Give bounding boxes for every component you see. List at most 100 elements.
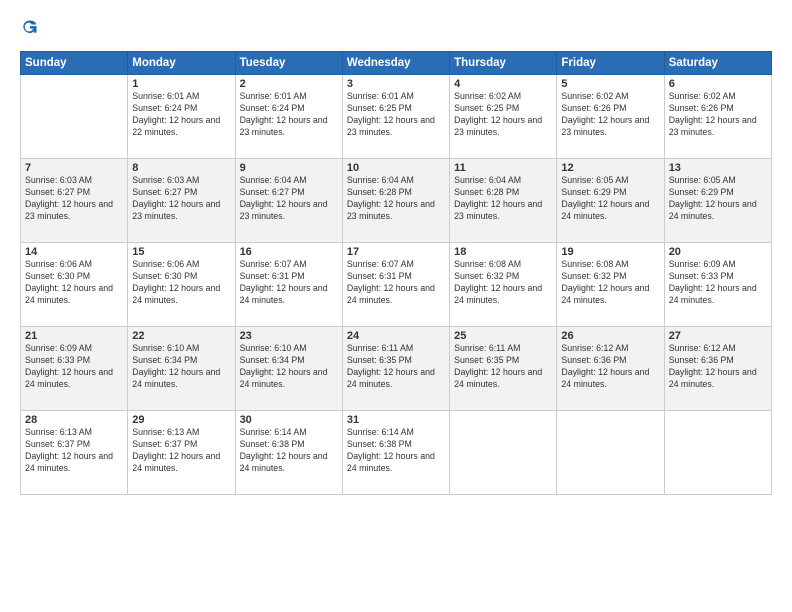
day-number: 6 [669,78,767,90]
calendar-cell: 23Sunrise: 6:10 AMSunset: 6:34 PMDayligh… [235,327,342,411]
day-number: 9 [240,162,338,174]
day-info: Sunrise: 6:08 AMSunset: 6:32 PMDaylight:… [454,259,552,307]
calendar-table: SundayMondayTuesdayWednesdayThursdayFrid… [20,51,772,495]
day-info: Sunrise: 6:02 AMSunset: 6:26 PMDaylight:… [669,91,767,139]
page: SundayMondayTuesdayWednesdayThursdayFrid… [0,0,792,612]
calendar-cell: 19Sunrise: 6:08 AMSunset: 6:32 PMDayligh… [557,243,664,327]
weekday-header-friday: Friday [557,52,664,75]
calendar-cell: 17Sunrise: 6:07 AMSunset: 6:31 PMDayligh… [342,243,449,327]
logo-icon [21,18,39,36]
day-number: 26 [561,330,659,342]
day-number: 25 [454,330,552,342]
weekday-header-tuesday: Tuesday [235,52,342,75]
calendar-cell: 12Sunrise: 6:05 AMSunset: 6:29 PMDayligh… [557,159,664,243]
calendar-cell: 28Sunrise: 6:13 AMSunset: 6:37 PMDayligh… [21,411,128,495]
calendar-cell: 3Sunrise: 6:01 AMSunset: 6:25 PMDaylight… [342,75,449,159]
day-info: Sunrise: 6:14 AMSunset: 6:38 PMDaylight:… [240,427,338,475]
day-number: 13 [669,162,767,174]
day-info: Sunrise: 6:07 AMSunset: 6:31 PMDaylight:… [347,259,445,307]
day-number: 29 [132,414,230,426]
day-info: Sunrise: 6:06 AMSunset: 6:30 PMDaylight:… [25,259,123,307]
calendar-cell: 20Sunrise: 6:09 AMSunset: 6:33 PMDayligh… [664,243,771,327]
day-number: 15 [132,246,230,258]
day-number: 10 [347,162,445,174]
weekday-header-sunday: Sunday [21,52,128,75]
day-number: 5 [561,78,659,90]
calendar-cell: 22Sunrise: 6:10 AMSunset: 6:34 PMDayligh… [128,327,235,411]
day-number: 14 [25,246,123,258]
day-number: 7 [25,162,123,174]
day-number: 20 [669,246,767,258]
day-info: Sunrise: 6:01 AMSunset: 6:25 PMDaylight:… [347,91,445,139]
logo [20,18,41,41]
day-info: Sunrise: 6:09 AMSunset: 6:33 PMDaylight:… [25,343,123,391]
day-info: Sunrise: 6:01 AMSunset: 6:24 PMDaylight:… [240,91,338,139]
day-number: 28 [25,414,123,426]
day-number: 11 [454,162,552,174]
calendar-cell: 9Sunrise: 6:04 AMSunset: 6:27 PMDaylight… [235,159,342,243]
day-number: 8 [132,162,230,174]
calendar-cell: 1Sunrise: 6:01 AMSunset: 6:24 PMDaylight… [128,75,235,159]
weekday-header-monday: Monday [128,52,235,75]
day-number: 12 [561,162,659,174]
day-number: 19 [561,246,659,258]
day-info: Sunrise: 6:09 AMSunset: 6:33 PMDaylight:… [669,259,767,307]
day-number: 31 [347,414,445,426]
week-row-3: 14Sunrise: 6:06 AMSunset: 6:30 PMDayligh… [21,243,772,327]
day-info: Sunrise: 6:05 AMSunset: 6:29 PMDaylight:… [561,175,659,223]
calendar-cell: 5Sunrise: 6:02 AMSunset: 6:26 PMDaylight… [557,75,664,159]
day-info: Sunrise: 6:06 AMSunset: 6:30 PMDaylight:… [132,259,230,307]
day-info: Sunrise: 6:02 AMSunset: 6:26 PMDaylight:… [561,91,659,139]
calendar-cell: 16Sunrise: 6:07 AMSunset: 6:31 PMDayligh… [235,243,342,327]
calendar-cell: 26Sunrise: 6:12 AMSunset: 6:36 PMDayligh… [557,327,664,411]
calendar-cell: 21Sunrise: 6:09 AMSunset: 6:33 PMDayligh… [21,327,128,411]
calendar-cell [21,75,128,159]
calendar-cell [450,411,557,495]
week-row-1: 1Sunrise: 6:01 AMSunset: 6:24 PMDaylight… [21,75,772,159]
calendar-cell: 31Sunrise: 6:14 AMSunset: 6:38 PMDayligh… [342,411,449,495]
day-info: Sunrise: 6:03 AMSunset: 6:27 PMDaylight:… [25,175,123,223]
day-info: Sunrise: 6:12 AMSunset: 6:36 PMDaylight:… [561,343,659,391]
calendar-cell: 11Sunrise: 6:04 AMSunset: 6:28 PMDayligh… [450,159,557,243]
day-number: 23 [240,330,338,342]
day-number: 30 [240,414,338,426]
day-number: 22 [132,330,230,342]
weekday-header-wednesday: Wednesday [342,52,449,75]
weekday-header-row: SundayMondayTuesdayWednesdayThursdayFrid… [21,52,772,75]
day-info: Sunrise: 6:01 AMSunset: 6:24 PMDaylight:… [132,91,230,139]
day-info: Sunrise: 6:13 AMSunset: 6:37 PMDaylight:… [132,427,230,475]
calendar-cell [664,411,771,495]
week-row-5: 28Sunrise: 6:13 AMSunset: 6:37 PMDayligh… [21,411,772,495]
day-number: 17 [347,246,445,258]
day-info: Sunrise: 6:02 AMSunset: 6:25 PMDaylight:… [454,91,552,139]
calendar-cell: 8Sunrise: 6:03 AMSunset: 6:27 PMDaylight… [128,159,235,243]
week-row-4: 21Sunrise: 6:09 AMSunset: 6:33 PMDayligh… [21,327,772,411]
weekday-header-thursday: Thursday [450,52,557,75]
day-info: Sunrise: 6:04 AMSunset: 6:27 PMDaylight:… [240,175,338,223]
calendar-cell: 15Sunrise: 6:06 AMSunset: 6:30 PMDayligh… [128,243,235,327]
calendar-cell: 29Sunrise: 6:13 AMSunset: 6:37 PMDayligh… [128,411,235,495]
day-info: Sunrise: 6:05 AMSunset: 6:29 PMDaylight:… [669,175,767,223]
day-number: 21 [25,330,123,342]
calendar-cell: 27Sunrise: 6:12 AMSunset: 6:36 PMDayligh… [664,327,771,411]
day-number: 1 [132,78,230,90]
day-number: 24 [347,330,445,342]
calendar-cell: 24Sunrise: 6:11 AMSunset: 6:35 PMDayligh… [342,327,449,411]
day-number: 2 [240,78,338,90]
day-info: Sunrise: 6:13 AMSunset: 6:37 PMDaylight:… [25,427,123,475]
day-info: Sunrise: 6:04 AMSunset: 6:28 PMDaylight:… [454,175,552,223]
day-info: Sunrise: 6:11 AMSunset: 6:35 PMDaylight:… [454,343,552,391]
calendar-cell: 6Sunrise: 6:02 AMSunset: 6:26 PMDaylight… [664,75,771,159]
day-info: Sunrise: 6:08 AMSunset: 6:32 PMDaylight:… [561,259,659,307]
weekday-header-saturday: Saturday [664,52,771,75]
calendar-cell: 18Sunrise: 6:08 AMSunset: 6:32 PMDayligh… [450,243,557,327]
day-info: Sunrise: 6:07 AMSunset: 6:31 PMDaylight:… [240,259,338,307]
day-number: 4 [454,78,552,90]
day-info: Sunrise: 6:14 AMSunset: 6:38 PMDaylight:… [347,427,445,475]
calendar-cell: 30Sunrise: 6:14 AMSunset: 6:38 PMDayligh… [235,411,342,495]
calendar-cell: 14Sunrise: 6:06 AMSunset: 6:30 PMDayligh… [21,243,128,327]
week-row-2: 7Sunrise: 6:03 AMSunset: 6:27 PMDaylight… [21,159,772,243]
calendar-cell: 7Sunrise: 6:03 AMSunset: 6:27 PMDaylight… [21,159,128,243]
day-number: 18 [454,246,552,258]
day-info: Sunrise: 6:04 AMSunset: 6:28 PMDaylight:… [347,175,445,223]
